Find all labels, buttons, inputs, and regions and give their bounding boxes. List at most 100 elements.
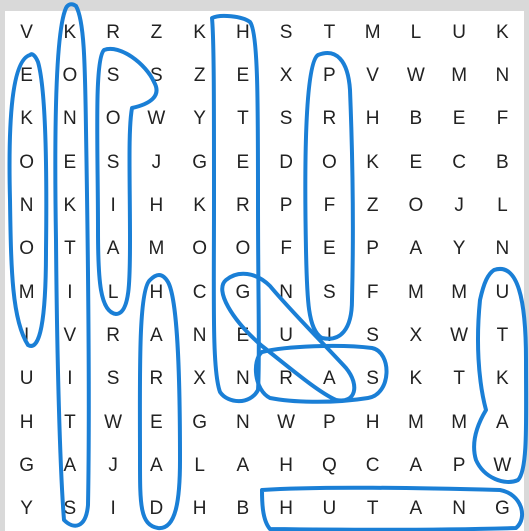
letter-cell-r5-c11[interactable]: N — [481, 228, 524, 271]
letter-cell-r2-c6[interactable]: S — [265, 98, 308, 141]
letter-cell-r0-c2[interactable]: R — [92, 11, 135, 54]
letter-cell-r10-c0[interactable]: G — [5, 444, 48, 487]
letter-cell-r5-c6[interactable]: F — [265, 228, 308, 271]
letter-cell-r8-c3[interactable]: R — [135, 358, 178, 401]
letter-cell-r0-c0[interactable]: V — [5, 11, 48, 54]
letter-cell-r3-c4[interactable]: G — [178, 141, 221, 184]
letter-cell-r6-c2[interactable]: L — [92, 271, 135, 314]
letter-cell-r3-c1[interactable]: E — [48, 141, 91, 184]
letter-cell-r4-c1[interactable]: K — [48, 184, 91, 227]
letter-cell-r10-c4[interactable]: L — [178, 444, 221, 487]
letter-cell-r5-c7[interactable]: E — [308, 228, 351, 271]
letter-cell-r0-c1[interactable]: K — [48, 11, 91, 54]
letter-cell-r5-c4[interactable]: O — [178, 228, 221, 271]
letter-cell-r9-c8[interactable]: H — [351, 401, 394, 444]
letter-cell-r11-c3[interactable]: D — [135, 488, 178, 531]
letter-cell-r9-c10[interactable]: M — [438, 401, 481, 444]
letter-cell-r2-c9[interactable]: B — [394, 98, 437, 141]
letter-cell-r4-c4[interactable]: K — [178, 184, 221, 227]
letter-cell-r7-c2[interactable]: R — [92, 314, 135, 357]
letter-cell-r6-c6[interactable]: N — [265, 271, 308, 314]
letter-cell-r8-c5[interactable]: N — [221, 358, 264, 401]
letter-cell-r3-c0[interactable]: O — [5, 141, 48, 184]
letter-cell-r7-c7[interactable]: I — [308, 314, 351, 357]
letter-cell-r11-c7[interactable]: U — [308, 488, 351, 531]
letter-cell-r0-c3[interactable]: Z — [135, 11, 178, 54]
letter-cell-r8-c8[interactable]: S — [351, 358, 394, 401]
letter-cell-r4-c8[interactable]: Z — [351, 184, 394, 227]
letter-cell-r10-c3[interactable]: A — [135, 444, 178, 487]
letter-cell-r5-c2[interactable]: A — [92, 228, 135, 271]
letter-cell-r9-c1[interactable]: T — [48, 401, 91, 444]
letter-cell-r2-c11[interactable]: F — [481, 98, 524, 141]
letter-cell-r6-c3[interactable]: H — [135, 271, 178, 314]
letter-cell-r6-c5[interactable]: G — [221, 271, 264, 314]
letter-cell-r8-c2[interactable]: S — [92, 358, 135, 401]
letter-cell-r0-c8[interactable]: M — [351, 11, 394, 54]
letter-cell-r8-c10[interactable]: T — [438, 358, 481, 401]
letter-cell-r3-c10[interactable]: C — [438, 141, 481, 184]
letter-cell-r4-c6[interactable]: P — [265, 184, 308, 227]
letter-cell-r5-c9[interactable]: A — [394, 228, 437, 271]
letter-cell-r7-c1[interactable]: V — [48, 314, 91, 357]
letter-cell-r6-c0[interactable]: M — [5, 271, 48, 314]
letter-cell-r6-c4[interactable]: C — [178, 271, 221, 314]
letter-cell-r7-c5[interactable]: E — [221, 314, 264, 357]
letter-cell-r3-c2[interactable]: S — [92, 141, 135, 184]
letter-cell-r1-c10[interactable]: M — [438, 54, 481, 97]
letter-cell-r9-c5[interactable]: N — [221, 401, 264, 444]
letter-cell-r2-c7[interactable]: R — [308, 98, 351, 141]
letter-cell-r3-c11[interactable]: B — [481, 141, 524, 184]
letter-cell-r6-c9[interactable]: M — [394, 271, 437, 314]
letter-cell-r8-c1[interactable]: I — [48, 358, 91, 401]
letter-cell-r6-c8[interactable]: F — [351, 271, 394, 314]
letter-cell-r11-c9[interactable]: A — [394, 488, 437, 531]
letter-cell-r6-c1[interactable]: I — [48, 271, 91, 314]
letter-cell-r1-c0[interactable]: E — [5, 54, 48, 97]
letter-cell-r8-c6[interactable]: R — [265, 358, 308, 401]
letter-cell-r0-c4[interactable]: K — [178, 11, 221, 54]
letter-cell-r2-c3[interactable]: W — [135, 98, 178, 141]
letter-cell-r7-c9[interactable]: X — [394, 314, 437, 357]
letter-cell-r0-c5[interactable]: H — [221, 11, 264, 54]
letter-cell-r7-c0[interactable]: I — [5, 314, 48, 357]
letter-cell-r1-c7[interactable]: P — [308, 54, 351, 97]
letter-cell-r11-c1[interactable]: S — [48, 488, 91, 531]
letter-cell-r2-c4[interactable]: Y — [178, 98, 221, 141]
letter-cell-r10-c10[interactable]: P — [438, 444, 481, 487]
letter-cell-r10-c6[interactable]: H — [265, 444, 308, 487]
letter-cell-r8-c0[interactable]: U — [5, 358, 48, 401]
letter-cell-r9-c0[interactable]: H — [5, 401, 48, 444]
letter-cell-r9-c6[interactable]: W — [265, 401, 308, 444]
letter-cell-r4-c11[interactable]: L — [481, 184, 524, 227]
letter-cell-r3-c8[interactable]: K — [351, 141, 394, 184]
letter-cell-r6-c7[interactable]: S — [308, 271, 351, 314]
letter-cell-r1-c1[interactable]: O — [48, 54, 91, 97]
letter-cell-r11-c6[interactable]: H — [265, 488, 308, 531]
letter-cell-r5-c8[interactable]: P — [351, 228, 394, 271]
letter-cell-r10-c1[interactable]: A — [48, 444, 91, 487]
letter-cell-r2-c10[interactable]: E — [438, 98, 481, 141]
letter-cell-r1-c11[interactable]: N — [481, 54, 524, 97]
letter-cell-r1-c8[interactable]: V — [351, 54, 394, 97]
letter-cell-r2-c1[interactable]: N — [48, 98, 91, 141]
letter-cell-r8-c11[interactable]: K — [481, 358, 524, 401]
letter-cell-r1-c5[interactable]: E — [221, 54, 264, 97]
letter-cell-r3-c7[interactable]: O — [308, 141, 351, 184]
letter-cell-r4-c7[interactable]: F — [308, 184, 351, 227]
letter-cell-r9-c7[interactable]: P — [308, 401, 351, 444]
letter-cell-r11-c2[interactable]: I — [92, 488, 135, 531]
letter-cell-r1-c6[interactable]: X — [265, 54, 308, 97]
letter-cell-r1-c2[interactable]: S — [92, 54, 135, 97]
letter-cell-r10-c9[interactable]: A — [394, 444, 437, 487]
letter-cell-r5-c5[interactable]: O — [221, 228, 264, 271]
letter-cell-r2-c8[interactable]: H — [351, 98, 394, 141]
letter-cell-r3-c6[interactable]: D — [265, 141, 308, 184]
letter-cell-r1-c4[interactable]: Z — [178, 54, 221, 97]
letter-cell-r4-c3[interactable]: H — [135, 184, 178, 227]
letter-cell-r11-c5[interactable]: B — [221, 488, 264, 531]
letter-cell-r6-c10[interactable]: M — [438, 271, 481, 314]
letter-cell-r10-c2[interactable]: J — [92, 444, 135, 487]
letter-cell-r0-c9[interactable]: L — [394, 11, 437, 54]
letter-cell-r8-c7[interactable]: A — [308, 358, 351, 401]
